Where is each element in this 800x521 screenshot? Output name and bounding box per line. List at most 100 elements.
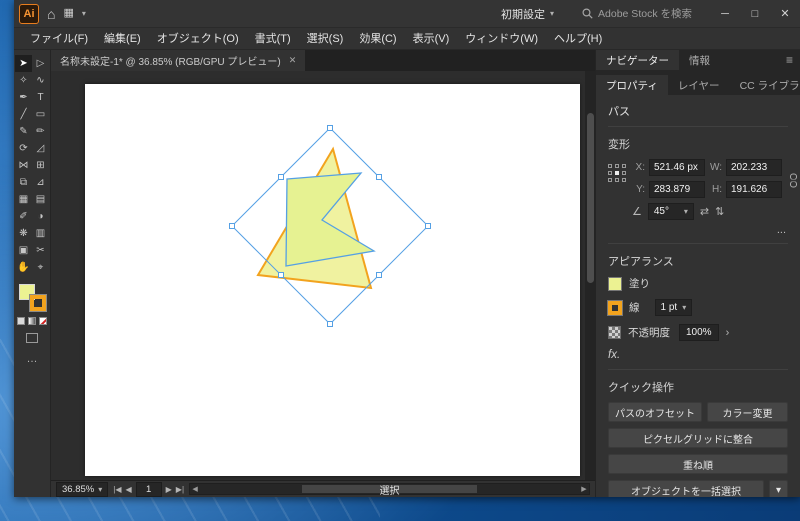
menu-view[interactable]: 表示(V)	[405, 28, 458, 50]
menu-select[interactable]: 選択(S)	[299, 28, 352, 50]
color-mode-button[interactable]	[17, 317, 25, 325]
menu-window[interactable]: ウィンドウ(W)	[457, 28, 546, 50]
zoom-control[interactable]: 36.85% ▾	[56, 481, 109, 497]
tab-cc-libraries[interactable]: CC ライブラリ	[730, 75, 800, 95]
first-artboard-button[interactable]: |◀	[113, 485, 121, 494]
flip-horizontal-icon[interactable]: ⇄	[700, 205, 709, 218]
line-segment-tool[interactable]: ╱	[15, 106, 32, 123]
home-icon[interactable]: ⌂	[47, 7, 55, 21]
scale-tool[interactable]: ◿	[32, 140, 49, 157]
quick-actions-section: パスのオフセット カラー変更 ピクセルグリッドに整合 重ね順 オブジェクトを一括…	[608, 402, 788, 497]
transform-section: X: 521.46 px W: 202.233 Y: 283.879 H: 19…	[608, 159, 799, 224]
artboard-tool[interactable]: ▣	[15, 242, 32, 259]
recolor-button[interactable]: カラー変更	[707, 402, 788, 422]
scroll-right-icon[interactable]: ▶	[579, 485, 589, 493]
paintbrush-tool[interactable]: ✎	[15, 123, 32, 140]
panel-menu-icon[interactable]: ≡	[779, 50, 800, 70]
magic-wand-tool[interactable]: ✧	[15, 72, 32, 89]
effects-fx-button[interactable]: fx.	[608, 349, 788, 370]
appearance-stroke-swatch[interactable]	[607, 299, 623, 316]
opacity-icon[interactable]	[608, 326, 621, 339]
tab-layers[interactable]: レイヤー	[668, 75, 730, 95]
canvas[interactable]	[51, 71, 595, 480]
type-tool[interactable]: T	[32, 89, 49, 106]
select-similar-dropdown-button[interactable]: ▾	[769, 480, 788, 497]
previous-artboard-button[interactable]: ◀	[125, 485, 131, 494]
eyedropper-tool[interactable]: ✐	[15, 208, 32, 225]
zoom-tool[interactable]: ⌖	[32, 259, 49, 276]
rectangle-tool[interactable]: ▭	[32, 106, 49, 123]
x-field[interactable]: 521.46 px	[649, 159, 705, 176]
close-button[interactable]: ✕	[770, 0, 800, 28]
pencil-tool[interactable]: ✏	[32, 123, 49, 140]
constrain-proportions-icon[interactable]	[788, 173, 799, 188]
lasso-tool[interactable]: ∿	[32, 72, 49, 89]
menu-object[interactable]: オブジェクト(O)	[149, 28, 247, 50]
y-field[interactable]: 283.879	[649, 181, 705, 198]
rotate-tool[interactable]: ⟳	[15, 140, 32, 157]
opacity-options-icon[interactable]: ›	[726, 327, 730, 339]
column-graph-tool[interactable]: ▥	[32, 225, 49, 242]
free-transform-tool[interactable]: ⊞	[32, 157, 49, 174]
tab-navigator[interactable]: ナビゲーター	[596, 50, 679, 70]
stroke-label: 線	[629, 302, 640, 314]
arrange-documents-icon[interactable]: ▦	[63, 8, 73, 19]
maximize-button[interactable]: □	[740, 0, 770, 28]
fill-label: 塗り	[629, 278, 650, 290]
reference-point-locator[interactable]	[608, 164, 626, 182]
pen-tool[interactable]: ✒	[15, 89, 32, 106]
align-to-pixel-grid-button[interactable]: ピクセルグリッドに整合	[608, 428, 788, 448]
document-tabstrip: 名称未設定-1* @ 36.85% (RGB/GPU プレビュー) ✕	[51, 50, 595, 71]
artboard-number-field[interactable]: 1	[135, 481, 162, 497]
slice-tool[interactable]: ✂	[32, 242, 49, 259]
draw-mode-button[interactable]	[26, 333, 38, 343]
edit-toolbar-button[interactable]: …	[27, 353, 38, 365]
stroke-weight-field[interactable]: 1 pt ▾	[654, 299, 693, 316]
menu-help[interactable]: ヘルプ(H)	[546, 28, 610, 50]
gradient-tool[interactable]: ▤	[32, 191, 49, 208]
symbol-sprayer-tool[interactable]: ❋	[15, 225, 32, 242]
last-artboard-button[interactable]: ▶|	[176, 485, 184, 494]
artboard[interactable]	[85, 84, 580, 476]
document-close-icon[interactable]: ✕	[289, 55, 297, 66]
opacity-field[interactable]: 100%	[679, 324, 719, 341]
tools-panel: ➤ ▷ ✧ ∿ ✒ T ╱ ▭ ✎ ✏ ⟳ ◿ ⋈ ⊞ ⧉ ⊿ ▦ ▤ ✐ ◑ ❋ ▥ ▣ ✂ ✋ ⌖ …	[14, 50, 51, 497]
menu-type[interactable]: 書式(T)	[247, 28, 299, 50]
flip-vertical-icon[interactable]: ⇅	[715, 205, 724, 218]
rotation-angle-field[interactable]: 45° ▾	[647, 203, 694, 220]
direct-selection-tool[interactable]: ▷	[32, 55, 49, 72]
minimize-button[interactable]: ─	[710, 0, 740, 28]
perspective-grid-tool[interactable]: ⊿	[32, 174, 49, 191]
horizontal-scrollbar[interactable]: ◀ 選択 ▶	[189, 483, 590, 497]
arrange-documents-chevron-icon[interactable]: ▾	[82, 9, 86, 18]
illustrator-window: Ai ⌂ ▦ ▾ 初期設定 ▾ Adobe Stock を検索 ─ □ ✕ ファ…	[14, 0, 800, 497]
vertical-scrollbar-thumb[interactable]	[586, 113, 594, 283]
menu-edit[interactable]: 編集(E)	[96, 28, 149, 50]
tab-info[interactable]: 情報	[679, 50, 720, 70]
transform-more-options[interactable]: ...	[608, 224, 788, 244]
gradient-mode-button[interactable]	[28, 317, 36, 325]
none-mode-button[interactable]	[39, 317, 47, 325]
stroke-color-swatch[interactable]	[28, 294, 47, 312]
offset-path-button[interactable]: パスのオフセット	[608, 402, 702, 422]
arrange-button[interactable]: 重ね順	[608, 454, 788, 474]
selection-tool[interactable]: ➤	[15, 55, 32, 72]
tab-properties[interactable]: プロパティ	[596, 75, 668, 95]
workspace-switcher[interactable]: 初期設定 ▾	[491, 6, 564, 22]
hand-tool[interactable]: ✋	[15, 259, 32, 276]
search-input[interactable]: Adobe Stock を検索	[572, 6, 702, 21]
shape-builder-tool[interactable]: ⧉	[15, 174, 32, 191]
menu-file[interactable]: ファイル(F)	[22, 28, 96, 50]
document-tab[interactable]: 名称未設定-1* @ 36.85% (RGB/GPU プレビュー) ✕	[51, 50, 306, 71]
w-field[interactable]: 202.233	[726, 159, 782, 176]
illustrator-app-icon[interactable]: Ai	[19, 3, 39, 24]
width-tool[interactable]: ⋈	[15, 157, 32, 174]
h-field[interactable]: 191.626	[726, 181, 782, 198]
menu-effect[interactable]: 効果(C)	[351, 28, 404, 50]
mesh-tool[interactable]: ▦	[15, 191, 32, 208]
next-artboard-button[interactable]: ▶	[166, 485, 172, 494]
select-similar-objects-button[interactable]: オブジェクトを一括選択	[608, 480, 764, 497]
appearance-fill-swatch[interactable]	[608, 276, 622, 291]
vertical-scrollbar[interactable]	[585, 71, 595, 480]
blend-tool[interactable]: ◑	[32, 208, 49, 225]
